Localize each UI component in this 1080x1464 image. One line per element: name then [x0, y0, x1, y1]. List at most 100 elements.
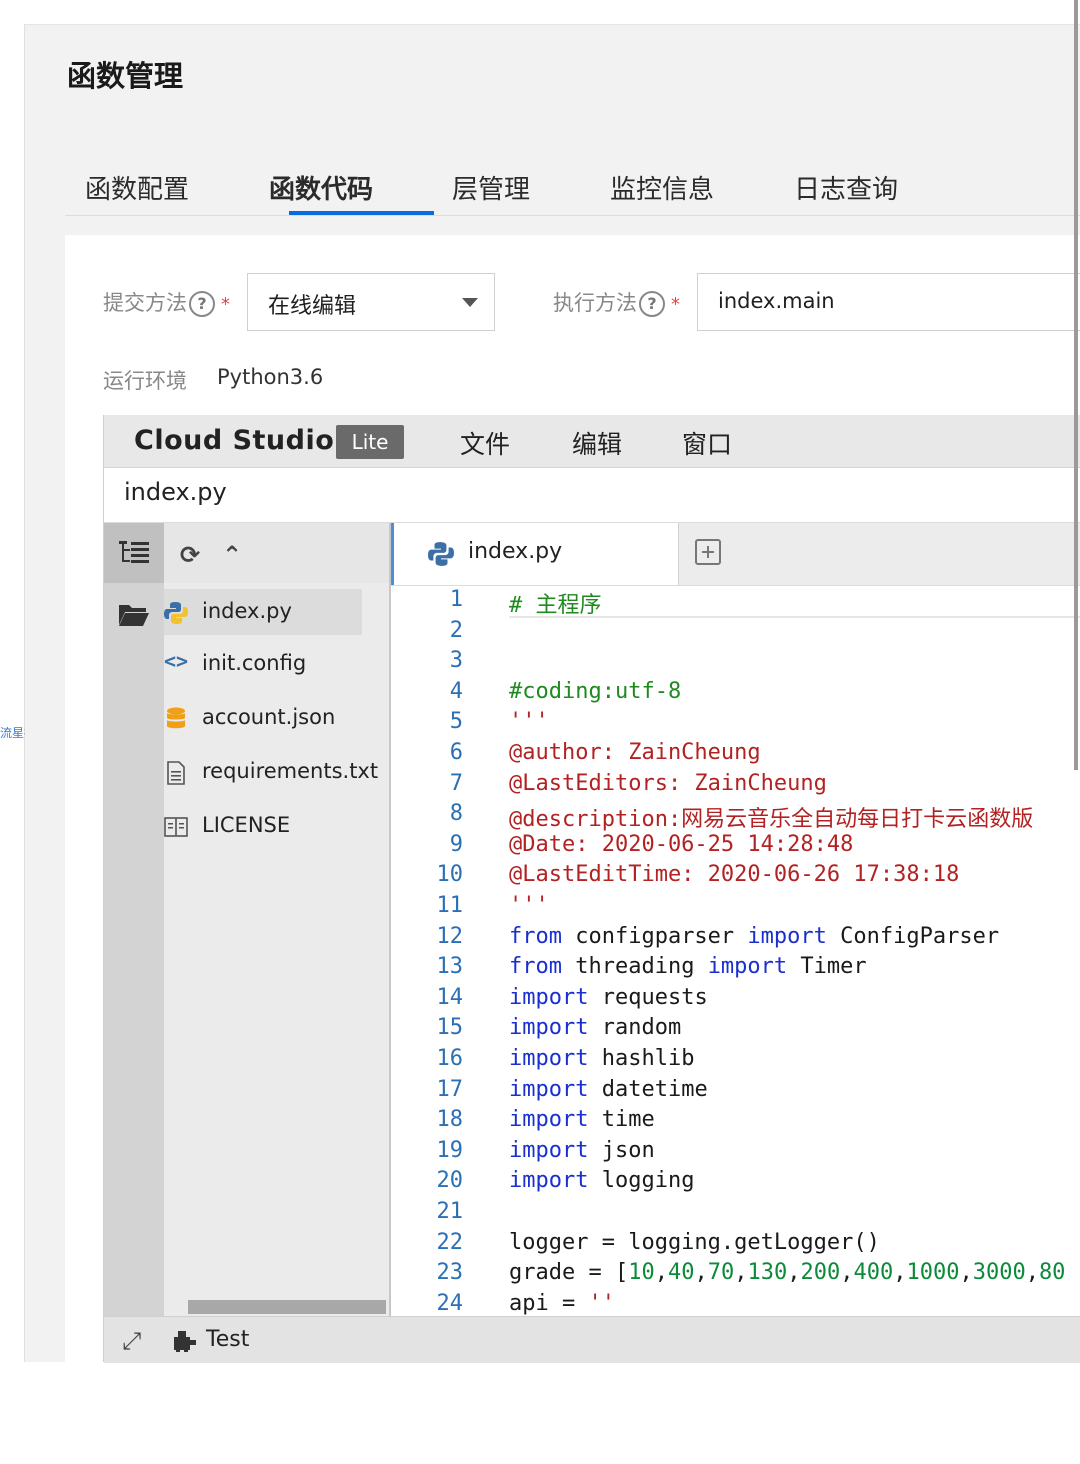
python-icon: [164, 602, 188, 624]
code-line[interactable]: 10 @LastEditTime: 2020-06-26 17:38:18: [391, 862, 1080, 892]
file-item[interactable]: index.py: [164, 589, 389, 635]
explorer-horizontal-scrollbar[interactable]: [188, 1300, 386, 1314]
code-editor: index.py 1 # 主程序 2 3 4 #coding:utf-8 5 ''' 6 @aut…: [389, 523, 1080, 1316]
code-line[interactable]: 13 from threading import Timer: [391, 954, 1080, 984]
code-line[interactable]: 22 logger = logging.getLogger(): [391, 1230, 1080, 1260]
ide-activity-rail: [104, 523, 164, 1316]
code-line[interactable]: 3: [391, 648, 1080, 678]
code-area[interactable]: 1 # 主程序 2 3 4 #coding:utf-8 5 ''' 6 @author: Zain…: [391, 585, 1080, 1316]
required-mark: *: [671, 294, 680, 315]
code-line[interactable]: 18 import time: [391, 1107, 1080, 1137]
code-line[interactable]: 8 @description:网易云音乐全自动每日打卡云函数版: [391, 801, 1080, 833]
code-line[interactable]: 1 # 主程序: [391, 587, 1080, 618]
editor-tab-index-py[interactable]: index.py: [391, 523, 679, 585]
folder-open-icon[interactable]: [118, 601, 150, 627]
exec-method-text: 执行方法: [553, 291, 637, 315]
code-icon: <>: [164, 649, 189, 673]
plugin-icon[interactable]: [172, 1328, 198, 1352]
ide-menubar: Cloud Studio Lite 文件 编辑 窗口: [104, 415, 1080, 468]
file-item[interactable]: account.json: [164, 695, 389, 741]
page-scrollbar[interactable]: [1074, 0, 1078, 770]
line-number: 21: [436, 1199, 464, 1224]
code-text: import json: [509, 1137, 655, 1163]
chevron-up-icon[interactable]: ⌃: [222, 541, 242, 569]
code-text: api = '': [509, 1290, 615, 1316]
line-number: 17: [436, 1076, 464, 1102]
required-mark: *: [221, 294, 230, 315]
line-number: 7: [449, 770, 463, 796]
code-line[interactable]: 6 @author: ZainCheung: [391, 740, 1080, 770]
code-text: logger = logging.getLogger(): [509, 1229, 880, 1255]
code-line[interactable]: 4 #coding:utf-8: [391, 679, 1080, 709]
tab-function-code[interactable]: 函数代码: [269, 169, 373, 215]
code-line[interactable]: 24 api = '': [391, 1291, 1080, 1316]
ide-brand: Cloud Studio: [134, 425, 335, 456]
caret-down-icon: [462, 298, 478, 307]
tab-layer-management[interactable]: 层管理: [452, 169, 530, 215]
code-text: @LastEditors: ZainCheung: [509, 770, 827, 796]
line-number: 22: [436, 1229, 464, 1255]
code-line[interactable]: 5 ''': [391, 709, 1080, 739]
help-icon[interactable]: ?: [639, 291, 665, 317]
expand-icon[interactable]: ⤢: [122, 1327, 141, 1355]
editor-tab-label: index.py: [468, 539, 563, 564]
code-line[interactable]: 16 import hashlib: [391, 1046, 1080, 1076]
line-number: 6: [449, 740, 463, 765]
code-line[interactable]: 23 grade = [10,40,70,130,200,400,1000,300…: [391, 1260, 1080, 1290]
code-line[interactable]: 21: [391, 1199, 1080, 1229]
code-line[interactable]: 12 from configparser import ConfigParser: [391, 924, 1080, 954]
code-text: #coding:utf-8: [509, 678, 682, 704]
menu-window[interactable]: 窗口: [682, 425, 732, 461]
help-icon[interactable]: ?: [189, 291, 215, 317]
code-line[interactable]: 19 import json: [391, 1138, 1080, 1168]
tab-monitoring[interactable]: 监控信息: [610, 169, 714, 215]
line-number: 18: [436, 1107, 464, 1133]
code-line[interactable]: 15 import random: [391, 1015, 1080, 1045]
runtime-label: 运行环境: [103, 369, 187, 393]
line-number: 5: [449, 709, 463, 735]
code-text: import hashlib: [509, 1046, 695, 1071]
add-tab-icon[interactable]: [695, 539, 721, 565]
code-line[interactable]: 7 @LastEditors: ZainCheung: [391, 771, 1080, 801]
submit-method-value: 在线编辑: [268, 294, 357, 319]
menu-edit[interactable]: 编辑: [572, 425, 622, 461]
python-icon: [428, 542, 454, 566]
exec-method-input[interactable]: index.main: [697, 273, 1080, 331]
line-number: 8: [449, 801, 463, 827]
file-name: requirements.txt: [202, 759, 379, 783]
submit-method-label: 提交方法? *: [103, 287, 230, 317]
explorer-toolbar: ⟳ ⌃: [164, 523, 389, 583]
menu-file[interactable]: 文件: [460, 425, 510, 461]
database-icon: [167, 707, 185, 729]
line-number: 13: [436, 954, 464, 980]
exec-method-label: 执行方法? *: [553, 287, 680, 317]
code-text: @description:网易云音乐全自动每日打卡云函数版: [509, 807, 1034, 833]
file-item[interactable]: LICENSE: [164, 803, 389, 849]
code-text: # 主程序: [509, 593, 602, 618]
code-text: ''': [509, 893, 549, 918]
tab-function-config[interactable]: 函数配置: [85, 169, 189, 215]
line-number: 15: [436, 1015, 464, 1041]
file-item[interactable]: <> init.config: [164, 641, 389, 687]
code-text: from threading import Timer: [509, 954, 867, 980]
ide-status-bar: ⤢ Test: [104, 1316, 1080, 1363]
cloud-studio-ide: Cloud Studio Lite 文件 编辑 窗口 index.py ⟳ ⌃ …: [103, 415, 1080, 1363]
code-text: @LastEditTime: 2020-06-26 17:38:18: [509, 862, 960, 888]
code-text: grade = [10,40,70,130,200,400,1000,3000,…: [509, 1260, 1066, 1286]
refresh-icon[interactable]: ⟳: [180, 541, 200, 569]
code-line[interactable]: 2: [391, 618, 1080, 648]
line-number: 1: [449, 587, 463, 612]
code-line[interactable]: 20 import logging: [391, 1168, 1080, 1198]
submit-method-text: 提交方法: [103, 291, 187, 315]
code-line[interactable]: 17 import datetime: [391, 1077, 1080, 1107]
text-file-icon: [167, 761, 185, 785]
tab-log-query[interactable]: 日志查询: [794, 169, 898, 215]
test-button[interactable]: Test: [206, 1327, 249, 1352]
submit-method-select[interactable]: 在线编辑: [247, 273, 495, 331]
explorer-toggle[interactable]: [104, 523, 164, 583]
code-line[interactable]: 9 @Date: 2020-06-25 14:28:48: [391, 832, 1080, 862]
code-line[interactable]: 14 import requests: [391, 985, 1080, 1015]
code-line[interactable]: 11 ''': [391, 893, 1080, 923]
file-item[interactable]: requirements.txt: [164, 749, 389, 795]
code-text: import datetime: [509, 1076, 708, 1102]
